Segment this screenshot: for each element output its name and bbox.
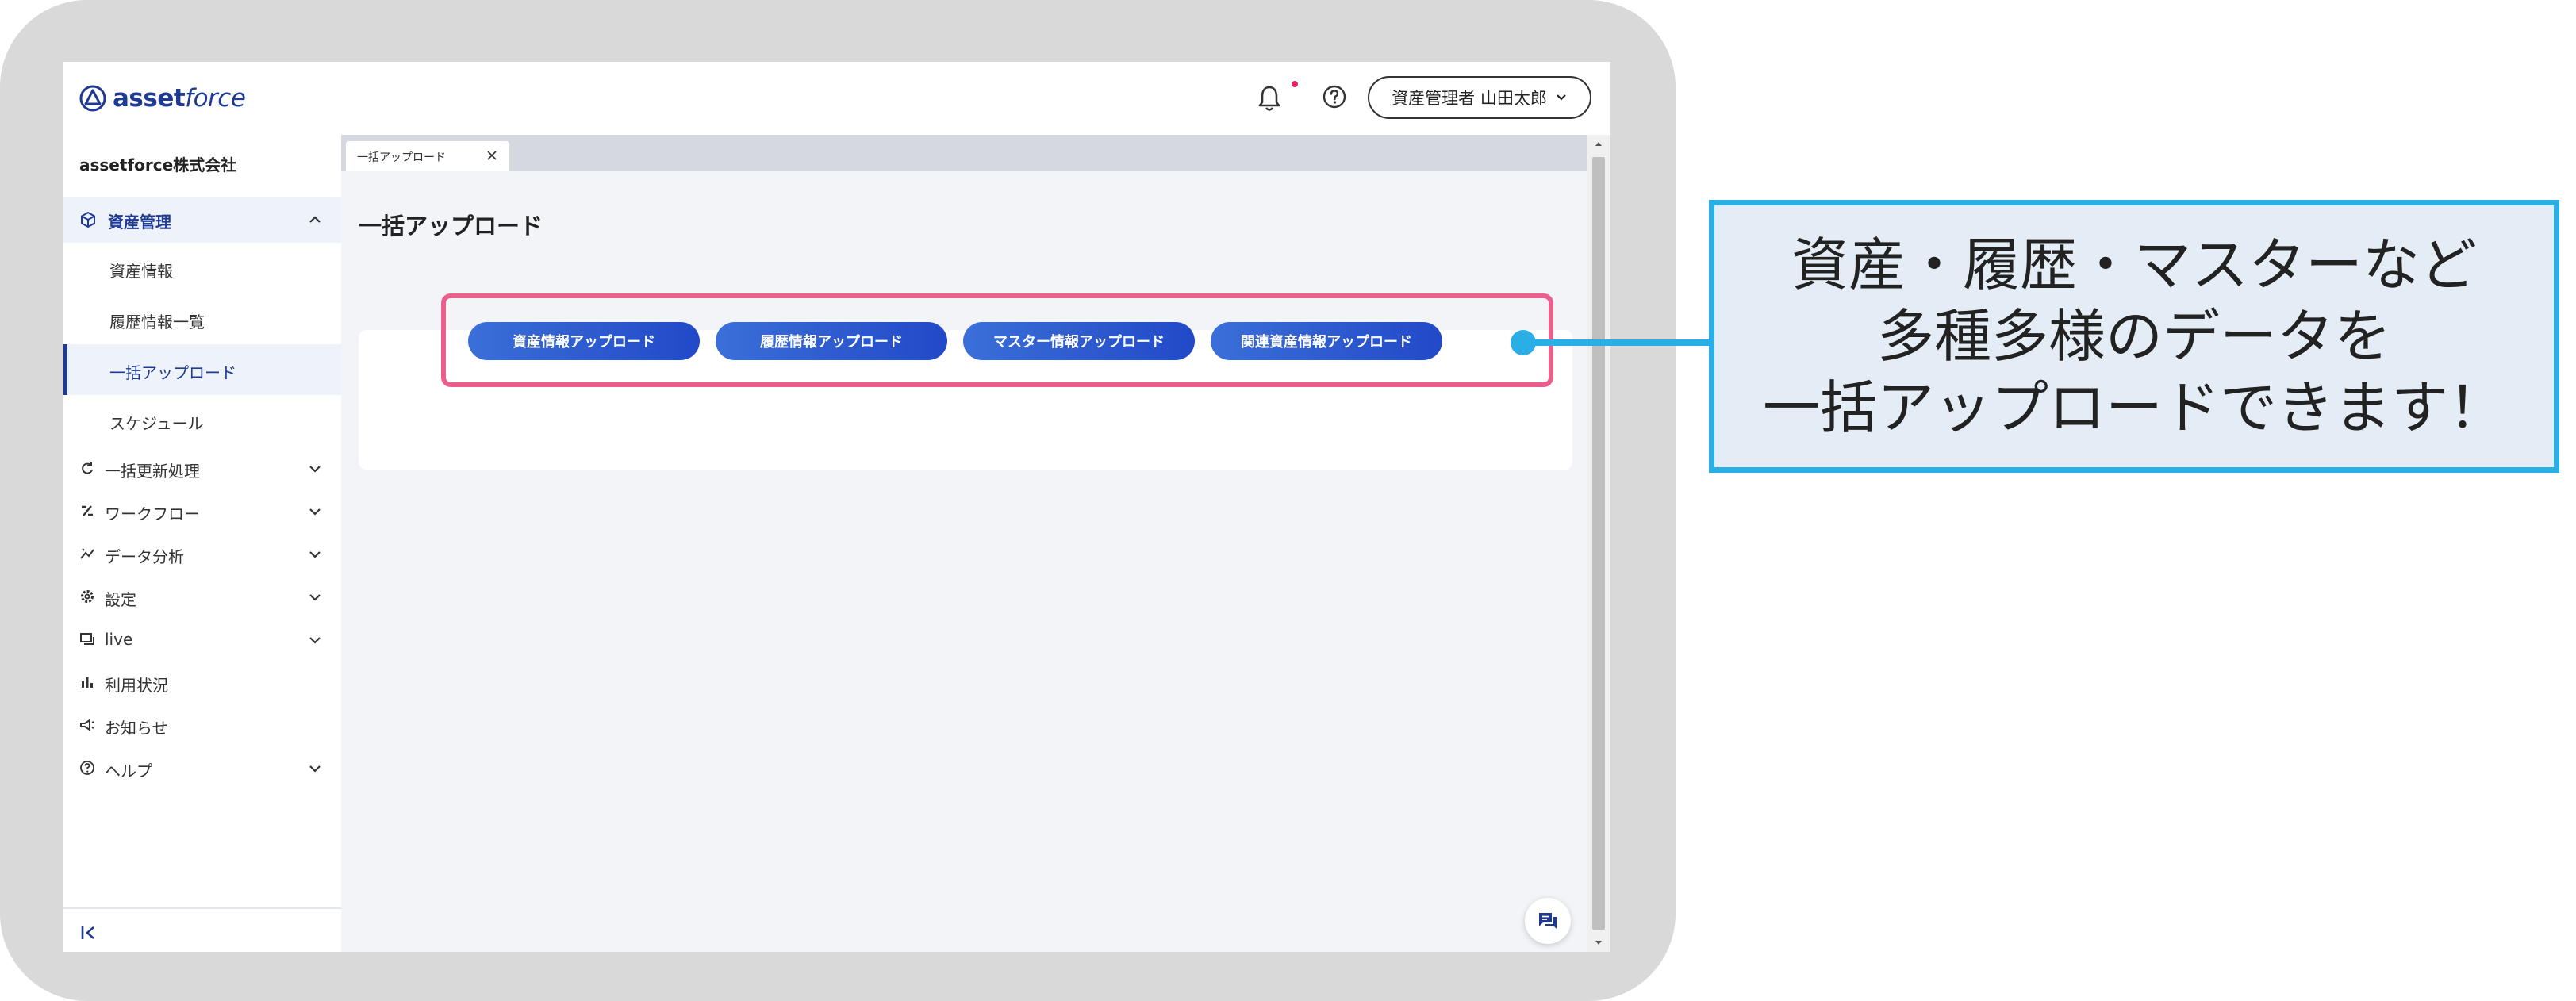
tab-bar: 一括アップロード <box>341 135 1587 171</box>
app-header: assetforce 資産管理者 山田太郎 <box>63 62 1610 136</box>
asset-upload-button[interactable]: 資産情報アップロード <box>468 322 700 360</box>
sidebar-item-usage[interactable]: 利用状況 <box>63 662 341 704</box>
chat-support-button[interactable] <box>1525 898 1571 944</box>
callout-box: 資産・履歴・マスターなど 多種多様のデータを 一括アップロードできます！ <box>1709 200 2559 473</box>
scrollbar[interactable] <box>1587 135 1610 952</box>
device-frame: assetforce 資産管理者 山田太郎 assetforce株式会社 資産管… <box>0 0 1676 1001</box>
chevron-down-icon <box>1557 94 1566 101</box>
sidebar: assetforce株式会社 資産管理 資産情報 履歴情報一覧 一括アップロード <box>63 135 343 952</box>
sidebar-item-settings[interactable]: 設定 <box>63 576 341 619</box>
notification-dot <box>1292 81 1298 87</box>
sidebar-item-label: ヘルプ <box>105 761 152 780</box>
sidebar-item-data-analysis[interactable]: データ分析 <box>63 533 341 576</box>
callout-connector-dot <box>1511 330 1536 355</box>
close-icon[interactable] <box>486 149 498 162</box>
sidebar-item-label: ワークフロー <box>105 504 200 524</box>
gear-icon <box>81 590 94 603</box>
sidebar-item-label: お知らせ <box>105 719 168 738</box>
brand-logo[interactable]: assetforce <box>79 82 246 114</box>
scroll-thumb[interactable] <box>1592 157 1605 930</box>
chevron-down-icon <box>309 551 321 558</box>
main-content: 一括アップロード 一括アップロード <box>341 135 1587 952</box>
sidebar-item-label: 設定 <box>105 590 136 609</box>
callout-line: 一括アップロードできます！ <box>1762 374 2505 441</box>
sidebar-footer <box>63 907 341 952</box>
sidebar-section-label: 資産管理 <box>108 213 171 232</box>
tab-bulk-upload[interactable]: 一括アップロード <box>346 141 509 171</box>
sidebar-item-live[interactable]: live <box>63 619 341 662</box>
bell-icon[interactable] <box>1255 82 1284 114</box>
callout-connector-line <box>1523 339 1710 346</box>
chevron-down-icon <box>309 765 321 773</box>
history-upload-button[interactable]: 履歴情報アップロード <box>716 322 947 360</box>
sidebar-item-bulk-upload[interactable]: 一括アップロード <box>63 344 341 395</box>
chevron-down-icon <box>309 466 321 473</box>
workflow-icon <box>82 505 93 516</box>
sidebar-section-asset-management[interactable]: 資産管理 <box>63 197 341 243</box>
brand-name: assetforce <box>113 84 246 113</box>
callout-line: 資産・履歴・マスターなど <box>1791 232 2477 298</box>
callout-line: 多種多様のデータを <box>1876 303 2391 370</box>
live-icon <box>80 633 94 645</box>
logo-mark-icon <box>79 85 106 112</box>
refresh-icon <box>82 462 93 474</box>
collapse-sidebar-icon[interactable] <box>79 923 100 942</box>
chevron-down-icon <box>309 508 321 516</box>
related-asset-upload-button[interactable]: 関連資産情報アップロード <box>1211 322 1442 360</box>
sidebar-item-bulk-update[interactable]: 一括更新処理 <box>63 447 341 490</box>
bar-chart-icon <box>82 677 93 688</box>
cube-icon <box>81 212 95 228</box>
sidebar-item-schedule[interactable]: スケジュール <box>63 395 341 446</box>
sidebar-item-label: スケジュール <box>109 414 204 433</box>
sidebar-item-label: 履歴情報一覧 <box>109 313 205 332</box>
sidebar-item-news[interactable]: お知らせ <box>63 704 341 747</box>
tab-label: 一括アップロード <box>357 151 446 164</box>
question-circle-icon[interactable] <box>1322 84 1347 109</box>
chevron-down-icon <box>309 594 321 601</box>
sidebar-item-help[interactable]: ヘルプ <box>63 747 341 790</box>
sidebar-item-label: live <box>105 630 133 649</box>
master-upload-button[interactable]: マスター情報アップロード <box>963 322 1195 360</box>
chat-icon <box>1539 913 1557 929</box>
chevron-down-icon <box>309 637 321 644</box>
sidebar-item-label: 資産情報 <box>109 262 173 281</box>
app-screen: assetforce 資産管理者 山田太郎 assetforce株式会社 資産管… <box>63 62 1610 952</box>
sidebar-item-history-list[interactable]: 履歴情報一覧 <box>63 293 341 344</box>
sidebar-item-label: データ分析 <box>105 547 184 566</box>
chevron-up-icon <box>309 216 321 223</box>
sidebar-item-label: 一括更新処理 <box>105 462 200 481</box>
sidebar-item-asset-info[interactable]: 資産情報 <box>63 243 341 293</box>
user-menu-button[interactable]: 資産管理者 山田太郎 <box>1368 76 1591 119</box>
sidebar-item-label: 一括アップロード <box>109 363 236 382</box>
sidebar-item-label: 利用状況 <box>105 676 168 695</box>
scroll-down-icon[interactable] <box>1594 938 1603 947</box>
scroll-up-icon[interactable] <box>1594 140 1603 149</box>
sidebar-item-workflow[interactable]: ワークフロー <box>63 490 341 533</box>
user-name: 資産管理者 山田太郎 <box>1392 89 1547 108</box>
company-name: assetforce株式会社 <box>79 155 237 175</box>
page-title: 一括アップロード <box>359 213 543 240</box>
analytics-icon <box>80 548 94 559</box>
question-circle-icon <box>80 761 94 775</box>
megaphone-icon <box>80 719 94 731</box>
